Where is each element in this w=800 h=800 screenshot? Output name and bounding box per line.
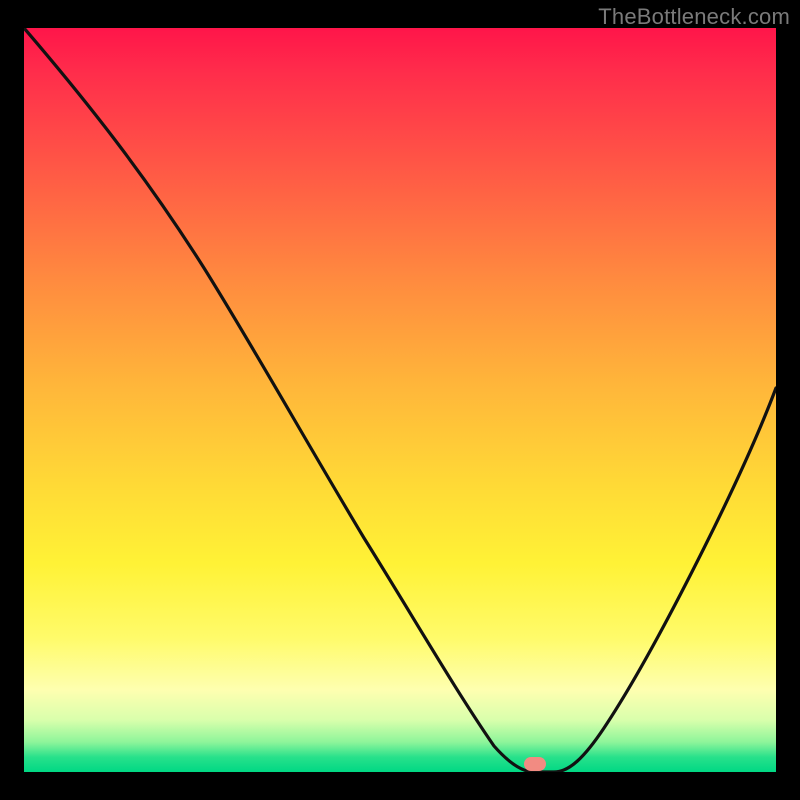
plot-area bbox=[24, 28, 776, 772]
bottleneck-marker bbox=[524, 757, 546, 771]
watermark-text: TheBottleneck.com bbox=[598, 4, 790, 30]
gradient-background bbox=[24, 28, 776, 772]
chart-frame: TheBottleneck.com bbox=[0, 0, 800, 800]
